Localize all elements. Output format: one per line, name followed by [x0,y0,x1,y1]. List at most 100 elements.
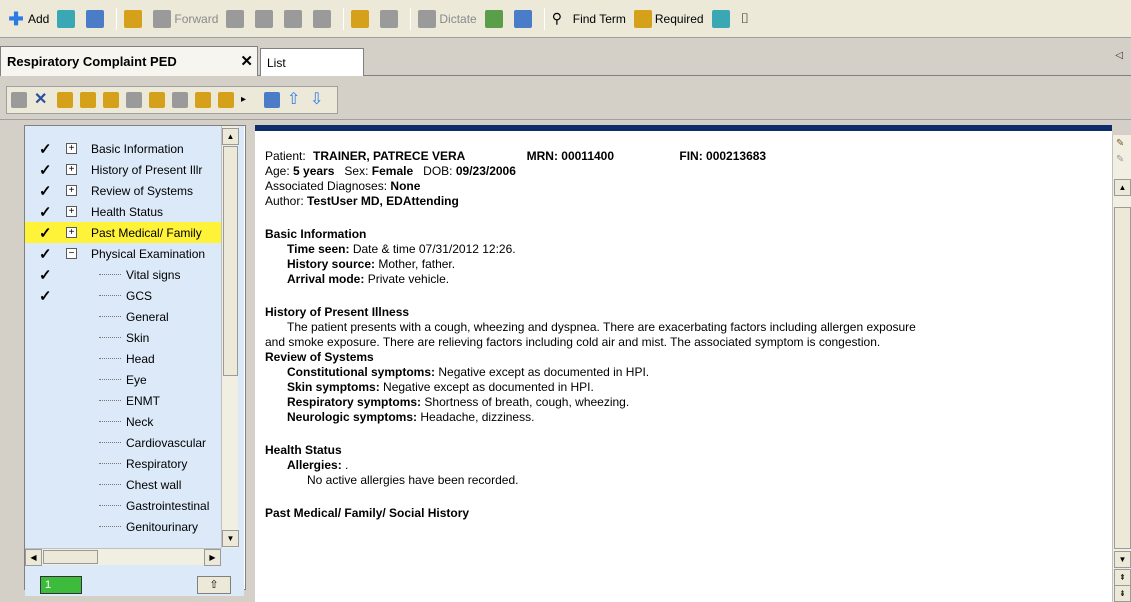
comment-icon[interactable] [57,92,73,108]
tree-child-skin[interactable]: Skin [25,327,221,348]
toolbar-divider [343,7,345,30]
save-section-icon[interactable] [264,92,280,108]
scroll-down-icon[interactable]: ▼ [1114,551,1131,568]
dictate-button[interactable]: Dictate [415,6,479,32]
document-vertical-scrollbar[interactable]: ▲ ▼ ⇞ ⇟ [1112,135,1131,602]
copy-button[interactable] [348,6,375,32]
paste-button[interactable] [377,6,404,32]
section-basic-information[interactable]: Basic Information [265,227,1105,242]
tab-list[interactable]: List [260,48,364,76]
navigate-up-button[interactable]: ⇧ [197,576,231,594]
folder-icon[interactable] [80,92,96,108]
refresh-icon[interactable] [103,92,119,108]
modify-icon [284,9,303,28]
edit-button[interactable] [121,6,148,32]
note-icon[interactable] [126,92,142,108]
next-required-button[interactable] [709,6,736,32]
tree-item-physical-examination[interactable]: ✓ − Physical Examination [25,243,221,264]
scroll-up-icon[interactable]: ▲ [1114,179,1131,196]
tree-horizontal-scrollbar[interactable]: ◀ ▶ [25,548,221,566]
find-term-button[interactable]: ⚲ Find Term [549,6,629,32]
expand-icon[interactable]: + [66,164,77,175]
checkmark-icon: ✓ [39,182,52,200]
expand-icon[interactable]: + [66,143,77,154]
checkmark-icon: ✓ [39,203,52,221]
scroll-left-icon[interactable]: ◀ [25,549,42,566]
patient-name: TRAINER, PATRECE VERA [313,149,466,163]
scroll-up-icon[interactable]: ▲ [222,128,239,145]
tab-scroll-left-icon[interactable]: ◁ [1115,50,1123,61]
tree-child-vital-signs[interactable]: ✓ Vital signs [25,264,221,285]
edit-document-icon[interactable]: ✎ [1116,138,1130,154]
tab-bar: Respiratory Complaint PED ✕ List ◁ [0,38,1131,76]
tree-child-eye[interactable]: Eye [25,369,221,390]
scroll-down-icon[interactable]: ▼ [222,530,239,547]
tree-item-history-present-illness[interactable]: ✓ + History of Present Illr [25,159,221,180]
tree-child-cardiovascular[interactable]: Cardiovascular [25,432,221,453]
save-button[interactable] [83,6,110,32]
tree-item-review-of-systems[interactable]: ✓ + Review of Systems [25,180,221,201]
expand-icon[interactable]: + [66,206,77,217]
tree-item-basic-information[interactable]: ✓ + Basic Information [25,138,221,159]
next-required-icon [711,9,730,28]
attach-button[interactable]: ⌷ [738,6,765,32]
section-past-medical-history[interactable]: Past Medical/ Family/ Social History [265,506,1105,521]
expand-icon[interactable]: + [66,227,77,238]
save-icon [86,9,105,28]
forward-button[interactable]: Forward [150,6,221,32]
collapse-icon[interactable]: − [66,248,77,259]
tree-child-chest-wall[interactable]: Chest wall [25,474,221,495]
tree-child-gastrointestinal[interactable]: Gastrointestinal [25,495,221,516]
print-button[interactable] [223,6,250,32]
spellcheck-button[interactable] [482,6,509,32]
tree-child-enmt[interactable]: ENMT [25,390,221,411]
previous-section-icon[interactable]: ⇞ [1114,569,1131,586]
section-health-status[interactable]: Health Status [265,443,1105,458]
checkmark-icon: ✓ [39,266,52,284]
required-button[interactable]: Required [631,6,707,32]
view-button[interactable] [54,6,81,32]
section-review-of-systems[interactable]: Review of Systems [265,350,1105,365]
next-section-icon[interactable]: ⇟ [1114,585,1131,602]
tree-child-general[interactable]: General [25,306,221,327]
section-history-present-illness[interactable]: History of Present Illness [265,305,1105,320]
image-icon [513,9,532,28]
move-up-icon[interactable]: ⇧ [287,92,303,108]
tree-child-head[interactable]: Head [25,348,221,369]
expand-arrow-icon[interactable]: ▸ [241,92,257,108]
patient-header: Patient: TRAINER, PATRECE VERA MRN: 0001… [265,149,767,163]
template-icon[interactable] [218,92,234,108]
expand-icon[interactable]: + [66,185,77,196]
tree-item-health-status[interactable]: ✓ + Health Status [25,201,221,222]
tree-child-neck[interactable]: Neck [25,411,221,432]
pencil-icon[interactable] [149,92,165,108]
view-icon [57,9,76,28]
patient-mrn: MRN: 00011400 [526,149,615,163]
patient-fin: FIN: 000213683 [679,149,767,163]
move-down-icon[interactable]: ⇩ [310,92,326,108]
format-icon[interactable] [11,92,27,108]
tree-vertical-scrollbar[interactable]: ▲ ▼ [221,126,239,548]
view-document-icon[interactable]: ✎ [1116,154,1130,170]
section-navigator: ✓ + Basic Information ✓ + History of Pre… [24,125,246,596]
modify-button[interactable] [281,6,308,32]
tag-button[interactable] [310,6,337,32]
clear-icon[interactable] [172,92,188,108]
scroll-thumb[interactable] [43,550,98,564]
sign-button[interactable] [252,6,279,32]
tab-respiratory-complaint[interactable]: Respiratory Complaint PED ✕ [0,46,258,76]
tree-item-past-medical-family[interactable]: ✓ + Past Medical/ Family [25,222,221,243]
tree-child-respiratory[interactable]: Respiratory [25,453,221,474]
history-source: History source: Mother, father. [287,257,456,271]
clipboard-icon[interactable] [195,92,211,108]
checkmark-icon: ✓ [39,224,52,242]
scroll-thumb[interactable] [1114,207,1131,549]
scroll-thumb[interactable] [223,146,238,376]
close-tab-icon[interactable]: ✕ [240,52,253,70]
add-button[interactable]: ✚ Add [4,6,52,32]
scroll-right-icon[interactable]: ▶ [204,549,221,566]
tree-child-genitourinary[interactable]: Genitourinary [25,516,221,537]
tree-child-gcs[interactable]: ✓ GCS [25,285,221,306]
image-button[interactable] [511,6,538,32]
delete-icon[interactable]: ✕ [34,92,50,108]
